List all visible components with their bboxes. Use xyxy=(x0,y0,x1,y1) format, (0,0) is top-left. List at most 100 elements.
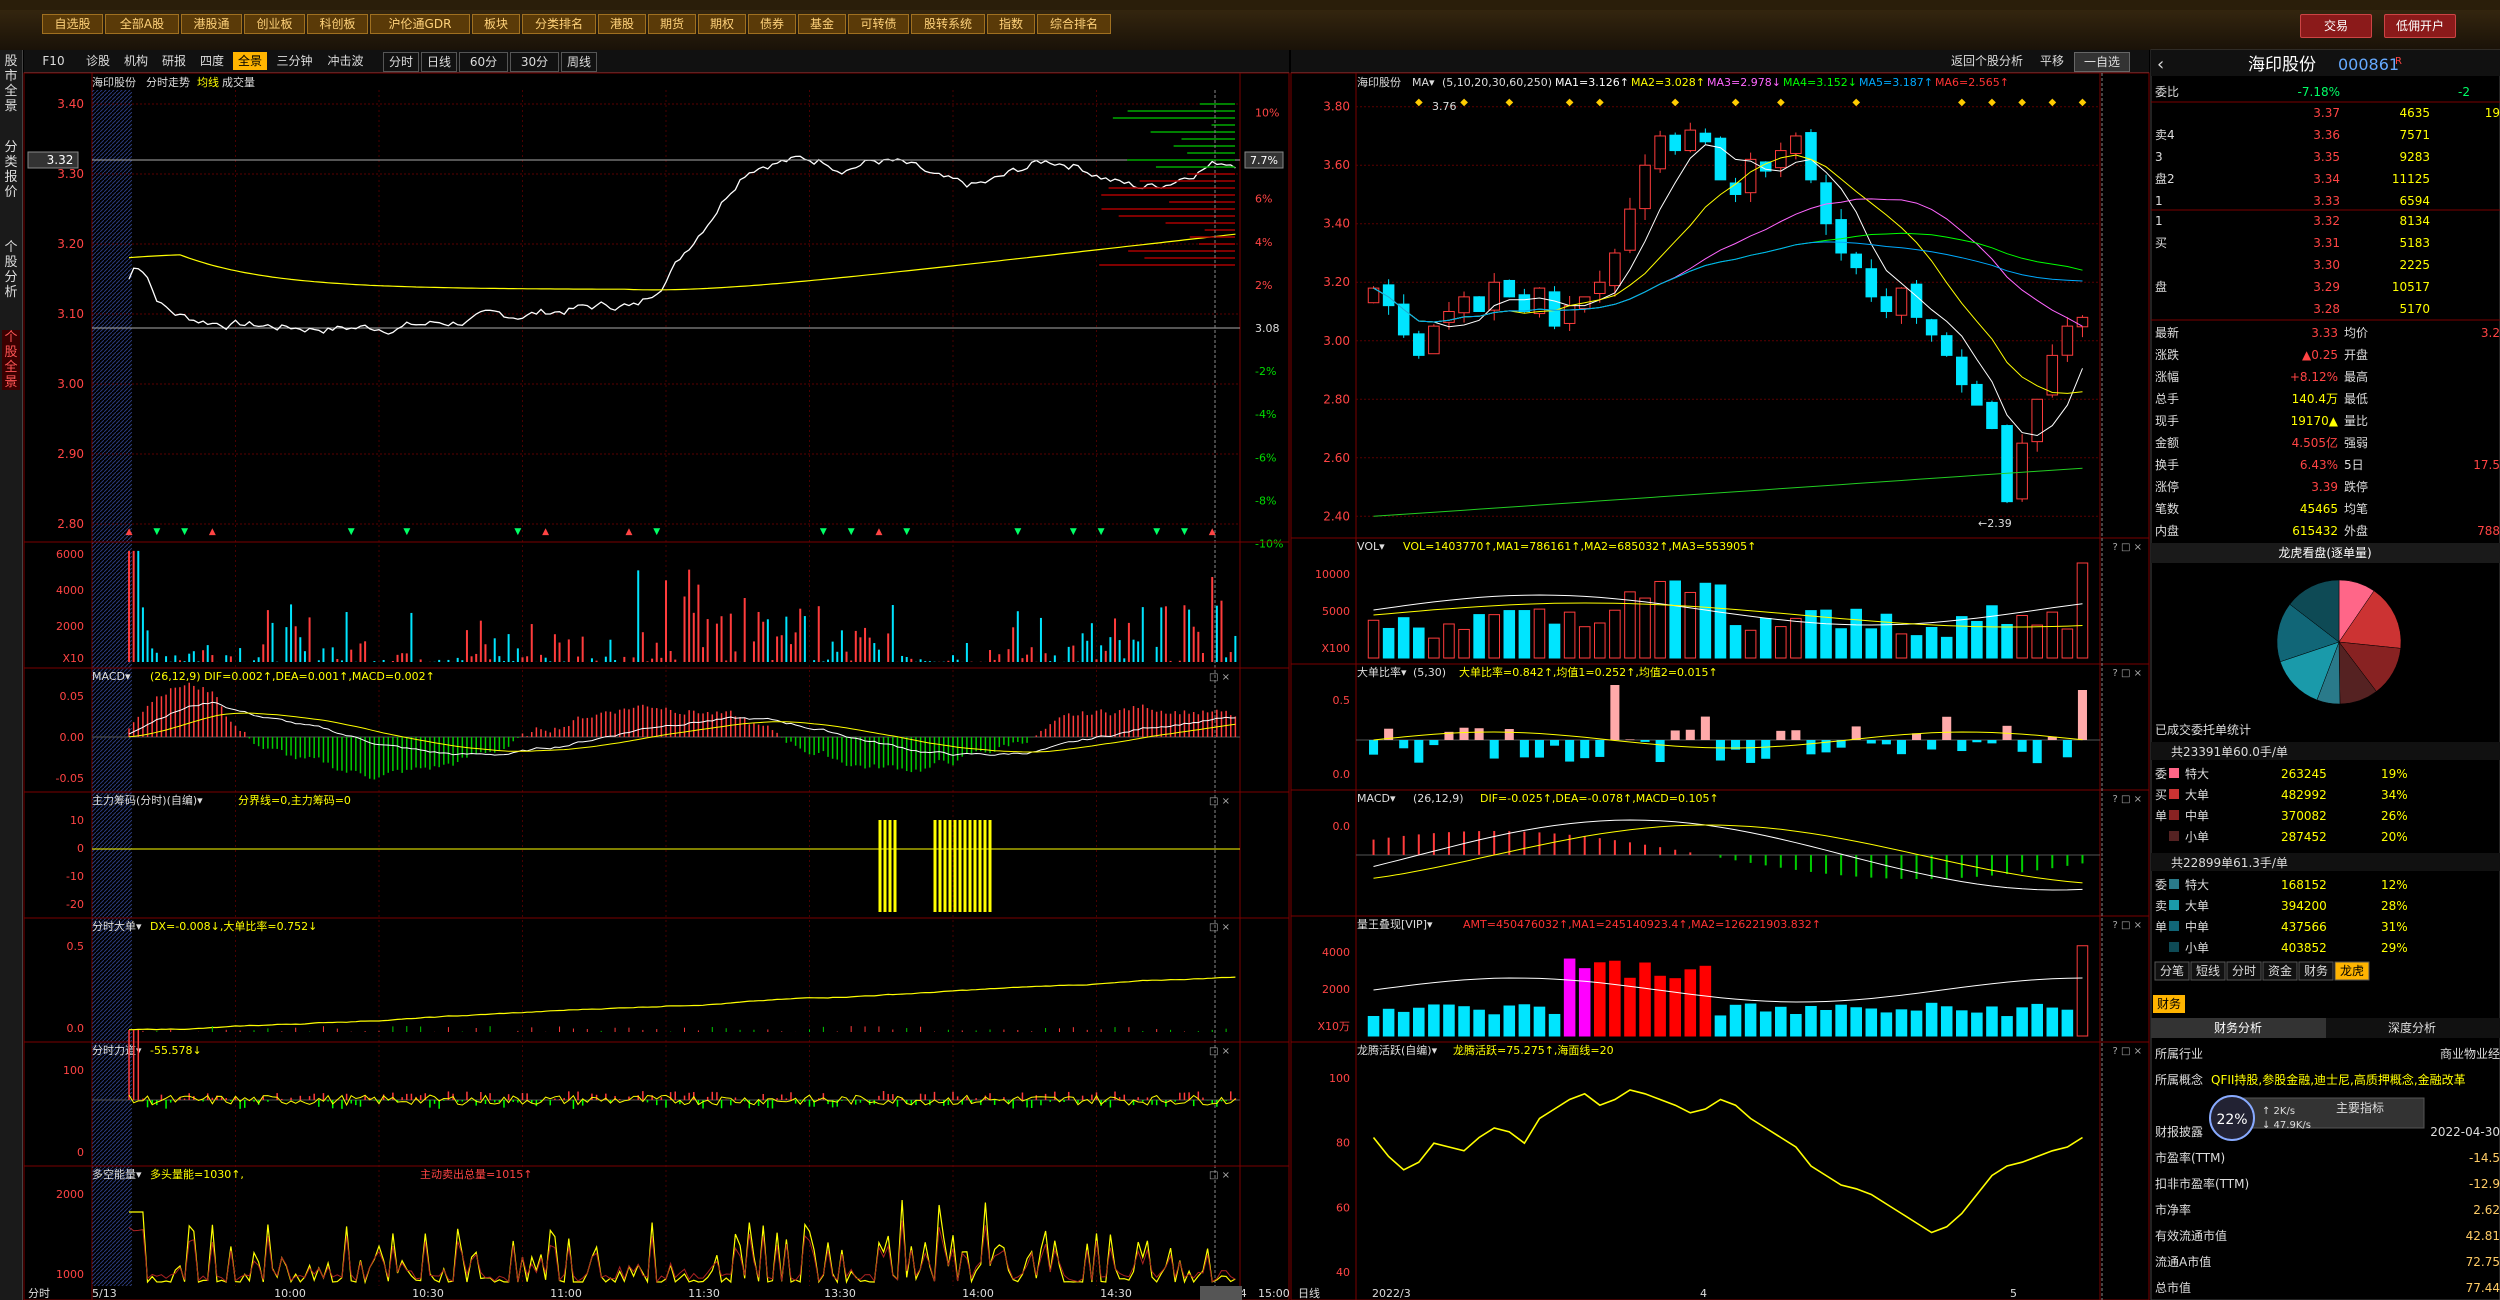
date-tick-1: 2022/3 xyxy=(1372,1287,1411,1300)
klwdx-bar-32 xyxy=(1850,1007,1862,1037)
stat-value-9: 615432 xyxy=(2292,524,2338,538)
klwdx-bar-9 xyxy=(1503,1005,1516,1037)
dknl-line-1 xyxy=(129,1199,1236,1285)
buy-group-swatch-0 xyxy=(2169,768,2179,778)
chart-canvas[interactable]: 海印股份 分时走势 均线 成交量3.403.303.203.103.002.902.8… xyxy=(0,0,2500,1300)
kline-ma3: MA3=2.978↓ xyxy=(1707,76,1781,89)
fsll-pane-controls: □ × xyxy=(1209,1046,1230,1057)
event-marker-25: ▼ xyxy=(820,527,827,537)
buy-group-header: 共23391单60.0手/单 xyxy=(2171,745,2288,759)
zlcm-pane-tick-1: 0 xyxy=(77,842,84,855)
sell-group-vol-1: 394200 xyxy=(2281,899,2327,913)
buy-vol-2: 2225 xyxy=(2399,258,2430,272)
candle-body-20 xyxy=(1669,134,1681,152)
kline-diamond-47: ◆ xyxy=(2079,97,2087,108)
sell-group-header: 共22899单61.3手/单 xyxy=(2171,856,2288,870)
kmacd-pane-params: (26,12,9) xyxy=(1413,792,1464,805)
bottom-tab-1: 短线 xyxy=(2196,964,2220,978)
macd-pane-tick-1: 0.00 xyxy=(60,731,85,744)
finance-value-4: -12.9 xyxy=(2469,1177,2500,1191)
kvol-bar-27 xyxy=(1775,626,1787,659)
buy-side-label-3: 盘 xyxy=(2155,279,2167,294)
buy-price-2: 3.30 xyxy=(2313,258,2340,272)
weibi-label: 委比 xyxy=(2155,85,2179,99)
sell-vol-4: 6594 xyxy=(2399,194,2430,208)
candle-body-2 xyxy=(1397,303,1410,336)
candle-body-23 xyxy=(1714,137,1727,181)
sell-group-type-2: 中单 xyxy=(2185,919,2209,934)
fsdd-pane-controls: □ × xyxy=(1209,922,1230,933)
candle-body-35 xyxy=(1895,287,1908,316)
klwdx-pane-values: AMT=450476032↑,MA1=245140923.4↑,MA2=1262… xyxy=(1463,918,1821,931)
candle-body-16 xyxy=(1609,252,1621,287)
kline-diamond-6: ◆ xyxy=(1460,97,1468,108)
stock-flag: R xyxy=(2395,56,2402,67)
event-marker-35: ▼ xyxy=(1098,527,1105,537)
price-tick-3: 3.10 xyxy=(57,307,84,321)
finance-value-0: 商业物业经 xyxy=(2440,1046,2500,1061)
event-marker-38: ▼ xyxy=(1181,527,1188,537)
back-icon: ‹ xyxy=(2157,54,2164,75)
dknl-pane-tick-1: 1000 xyxy=(56,1268,84,1281)
candle-body-25 xyxy=(1744,158,1757,194)
stat-value2-6: 17.5 xyxy=(2473,458,2500,472)
finance-value-2: 2022-04-30 xyxy=(2430,1125,2500,1139)
finance-label-4: 扣非市盈率(TTM) xyxy=(2155,1176,2249,1191)
candle-body-36 xyxy=(1910,283,1923,318)
intraday-mode: 分时走势 xyxy=(146,76,190,89)
sell-price-1: 3.36 xyxy=(2313,128,2340,142)
sell-vol-1: 7571 xyxy=(2399,128,2430,142)
event-marker-10: ▼ xyxy=(403,527,410,537)
bottom-tab-0: 分笔 xyxy=(2160,963,2184,978)
klwdx-pane-tick-1: 2000 xyxy=(1322,983,1350,996)
candle-body-17 xyxy=(1624,208,1636,251)
stat-label2-9: 外盘 xyxy=(2344,523,2368,538)
event-marker-27: ▲ xyxy=(875,527,882,537)
buy-vol-3: 10517 xyxy=(2392,280,2430,294)
kmacd-pane-title: MACD▾ xyxy=(1357,792,1396,805)
kline-diamond-3: ◆ xyxy=(1415,97,1423,108)
finance-label-8: 总市值 xyxy=(2155,1280,2191,1295)
buy-group-type-0: 特大 xyxy=(2185,766,2209,781)
buy-group-type-1: 大单 xyxy=(2185,788,2209,802)
buy-side-label-1: 买 xyxy=(2155,236,2167,250)
candle-body-42 xyxy=(2001,425,2013,503)
kvol-bar-18 xyxy=(1639,597,1651,659)
kline-diamond-39: ◆ xyxy=(1958,97,1966,108)
kddbl-pane-params: (5,30) xyxy=(1413,666,1446,679)
buy-group-vol-0: 263245 xyxy=(2281,767,2327,781)
kvol-bar-23 xyxy=(1714,584,1727,659)
macd-pane-values: (26,12,9) DIF=0.002↑,DEA=0.001↑,MACD=0.0… xyxy=(150,670,435,683)
zlcm-pane-tick-2: -10 xyxy=(66,870,84,883)
zlcm-pane-values: 分界线=0,主力筹码=0 xyxy=(238,793,351,807)
kvol-bar-3 xyxy=(1413,627,1425,659)
kline-high-label: 3.76 xyxy=(1432,100,1457,113)
intraday-title: 海印股份 xyxy=(92,75,136,89)
candle-body-39 xyxy=(1956,356,1968,386)
kvol-bar-13 xyxy=(1563,611,1576,659)
stat-value-1: ▲0.25 xyxy=(2302,348,2338,362)
kvol-bar-28 xyxy=(1790,617,1802,659)
sell-group-side-1: 卖 xyxy=(2155,899,2167,913)
sell-group-pct-3: 29% xyxy=(2381,941,2408,955)
kvol-bar-24 xyxy=(1729,625,1742,659)
zlcm-pane-tick-0: 10 xyxy=(70,814,84,827)
finance-value-5: 2.62 xyxy=(2473,1203,2500,1217)
price-tick-2: 3.20 xyxy=(57,237,84,251)
stat-label2-4: 量比 xyxy=(2344,414,2368,428)
buy-group-type-3: 小单 xyxy=(2185,830,2209,844)
pct-tick-9: -8% xyxy=(1255,494,1276,507)
kline-ma1: MA1=3.126↑ xyxy=(1555,76,1629,89)
stat-label-6: 换手 xyxy=(2155,458,2179,472)
klwdx-bar-13 xyxy=(1563,958,1576,1037)
stat-label-7: 涨停 xyxy=(2155,479,2179,494)
kvol-bar-41 xyxy=(1986,605,1998,659)
klwdx-ma1 xyxy=(1373,977,2083,1003)
fsdd-pane-title: 分时大单▾ xyxy=(92,919,142,933)
zlcm-pane-title: 主力筹码(分时)(自编)▾ xyxy=(92,793,203,807)
bottom-tab-2: 分时 xyxy=(2232,964,2256,978)
stat-label-1: 涨跌 xyxy=(2155,347,2179,362)
fsll-pane-tick-1: 0 xyxy=(77,1146,84,1159)
klwdx-bar-5 xyxy=(1443,1004,1455,1037)
fsdd-line xyxy=(129,976,1236,1031)
